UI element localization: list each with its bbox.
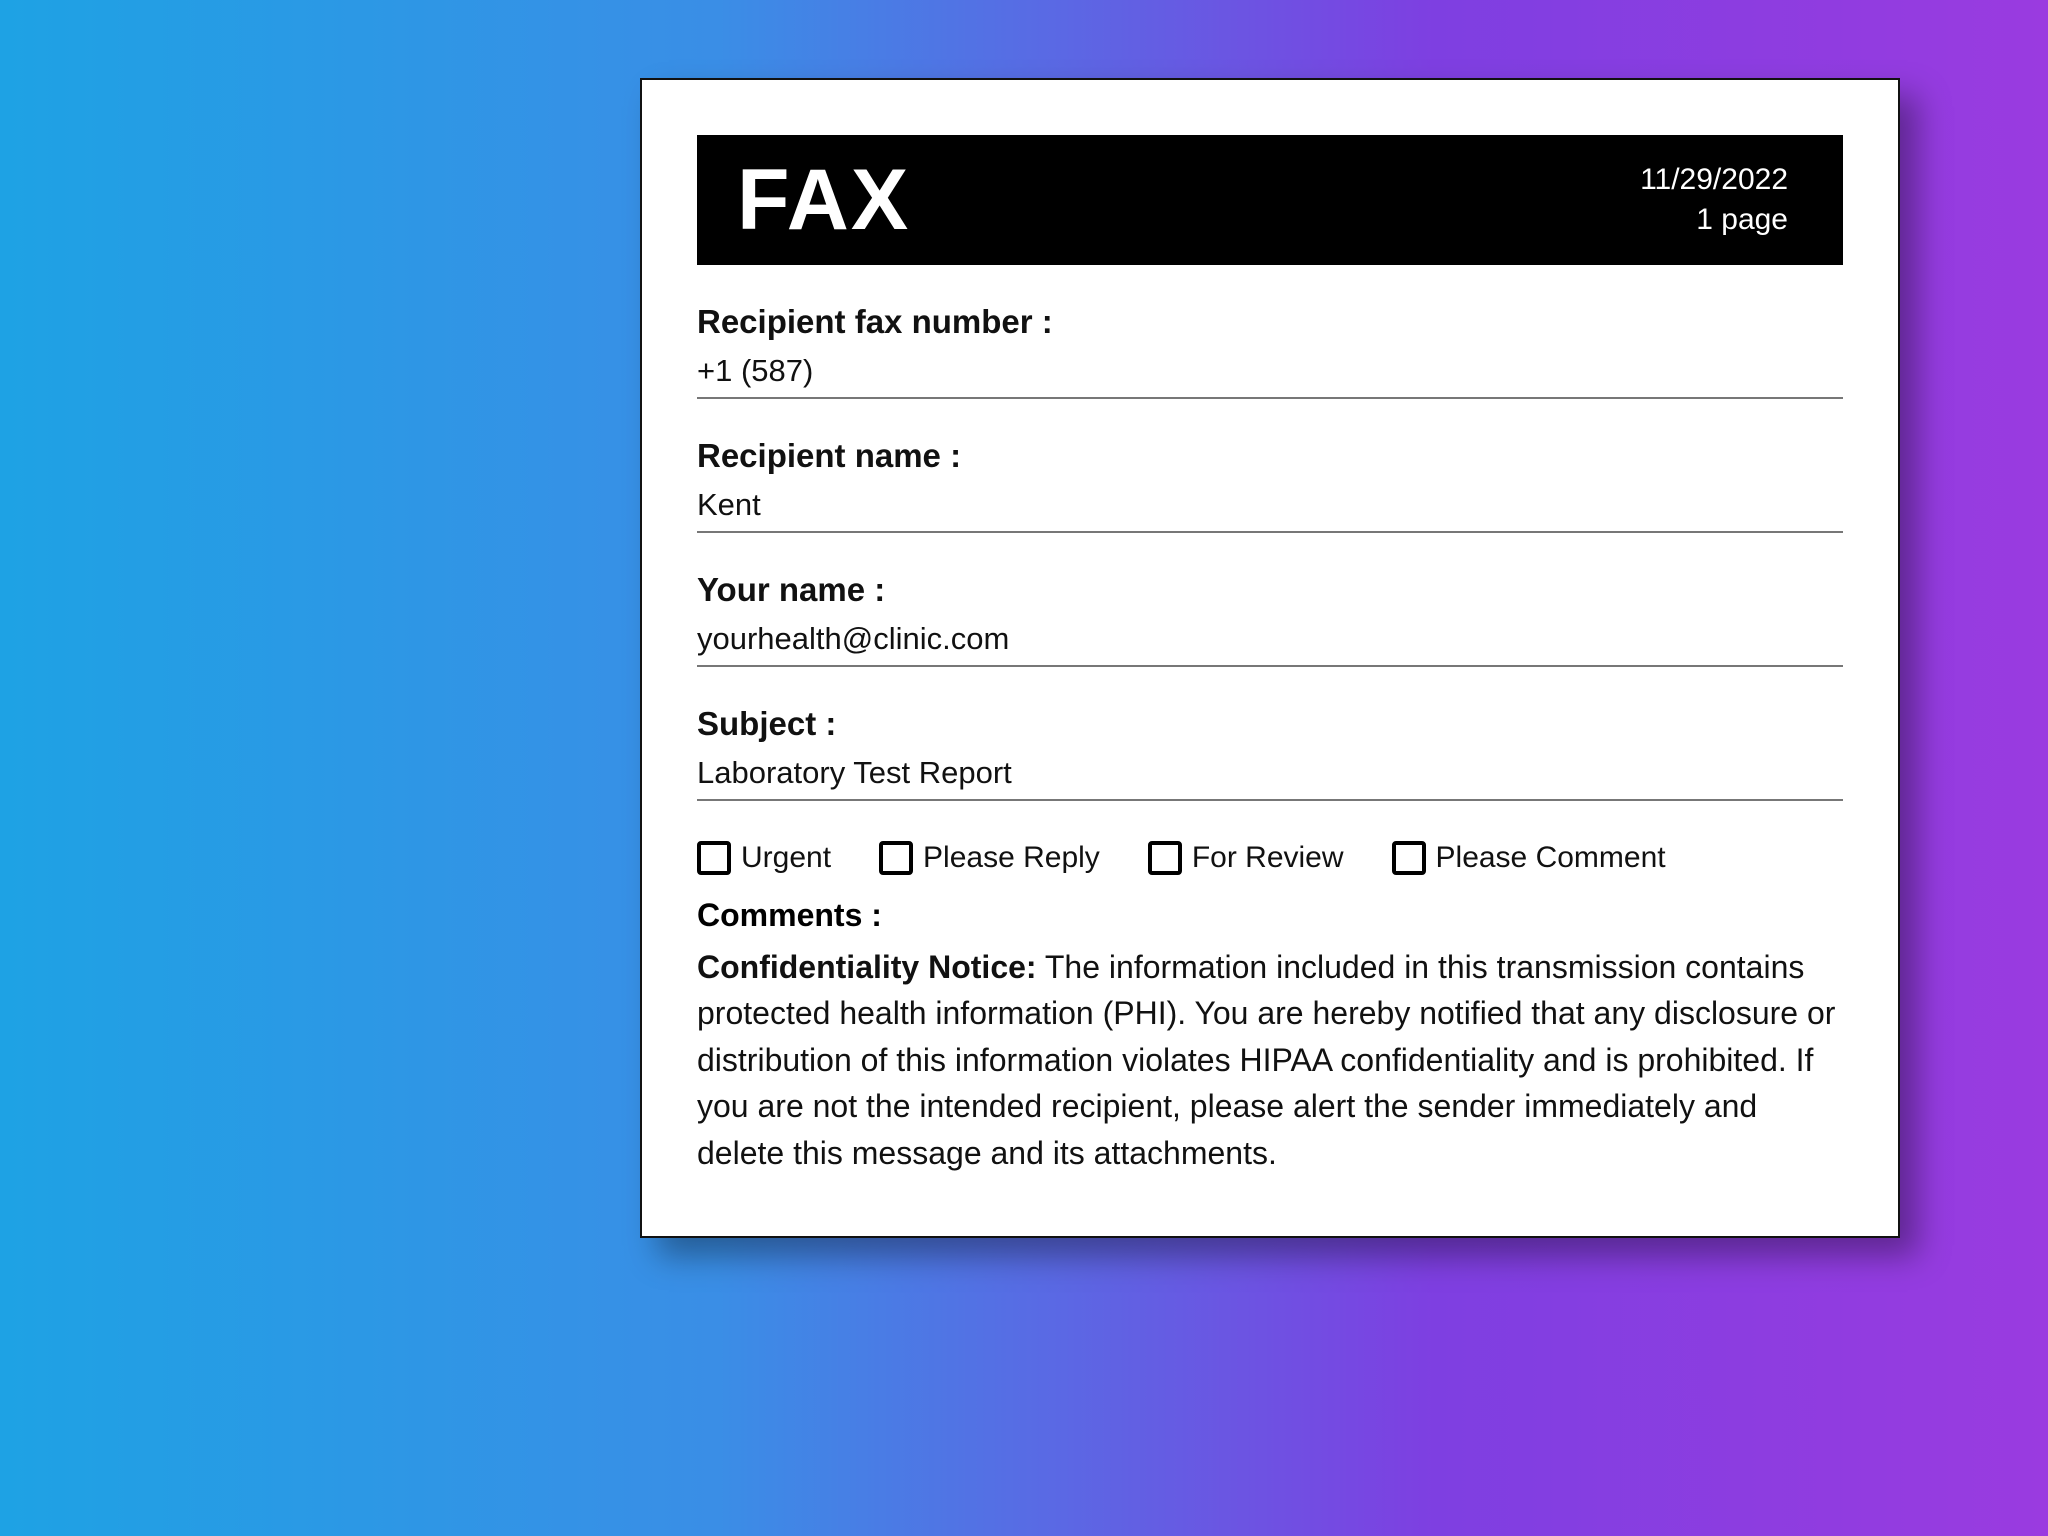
checkbox-box-icon [879, 841, 913, 875]
checkbox-label: Please Comment [1436, 841, 1666, 875]
fax-cover-page: FAX 11/29/2022 1 page Recipient fax numb… [640, 78, 1900, 1238]
fax-header-bar: FAX 11/29/2022 1 page [697, 135, 1843, 265]
checkbox-box-icon [697, 841, 731, 875]
field-value[interactable]: Kent [697, 487, 1843, 533]
checkbox-label: Urgent [741, 841, 831, 875]
fax-date: 11/29/2022 [1640, 160, 1788, 201]
fax-title: FAX [737, 157, 910, 243]
field-recipient-fax-number: Recipient fax number : +1 (587) [697, 303, 1843, 399]
field-label: Your name : [697, 571, 1843, 609]
field-value[interactable]: yourhealth@clinic.com [697, 621, 1843, 667]
fax-meta: 11/29/2022 1 page [1640, 160, 1788, 241]
confidentiality-notice-heading: Confidentiality Notice: [697, 949, 1037, 985]
field-label: Recipient name : [697, 437, 1843, 475]
checkbox-label: Please Reply [923, 841, 1100, 875]
field-label: Subject : [697, 705, 1843, 743]
field-value[interactable]: +1 (587) [697, 353, 1843, 399]
checkbox-please-comment[interactable]: Please Comment [1392, 841, 1666, 875]
field-subject: Subject : Laboratory Test Report [697, 705, 1843, 801]
checkbox-row: Urgent Please Reply For Review Please Co… [697, 841, 1843, 875]
field-label: Recipient fax number : [697, 303, 1843, 341]
field-your-name: Your name : yourhealth@clinic.com [697, 571, 1843, 667]
comments-label: Comments : [697, 897, 1843, 934]
confidentiality-notice: Confidentiality Notice: The information … [697, 944, 1843, 1176]
checkbox-please-reply[interactable]: Please Reply [879, 841, 1100, 875]
field-recipient-name: Recipient name : Kent [697, 437, 1843, 533]
checkbox-label: For Review [1192, 841, 1344, 875]
fax-page-count: 1 page [1640, 200, 1788, 241]
checkbox-box-icon [1148, 841, 1182, 875]
checkbox-for-review[interactable]: For Review [1148, 841, 1344, 875]
checkbox-box-icon [1392, 841, 1426, 875]
field-value[interactable]: Laboratory Test Report [697, 755, 1843, 801]
checkbox-urgent[interactable]: Urgent [697, 841, 831, 875]
